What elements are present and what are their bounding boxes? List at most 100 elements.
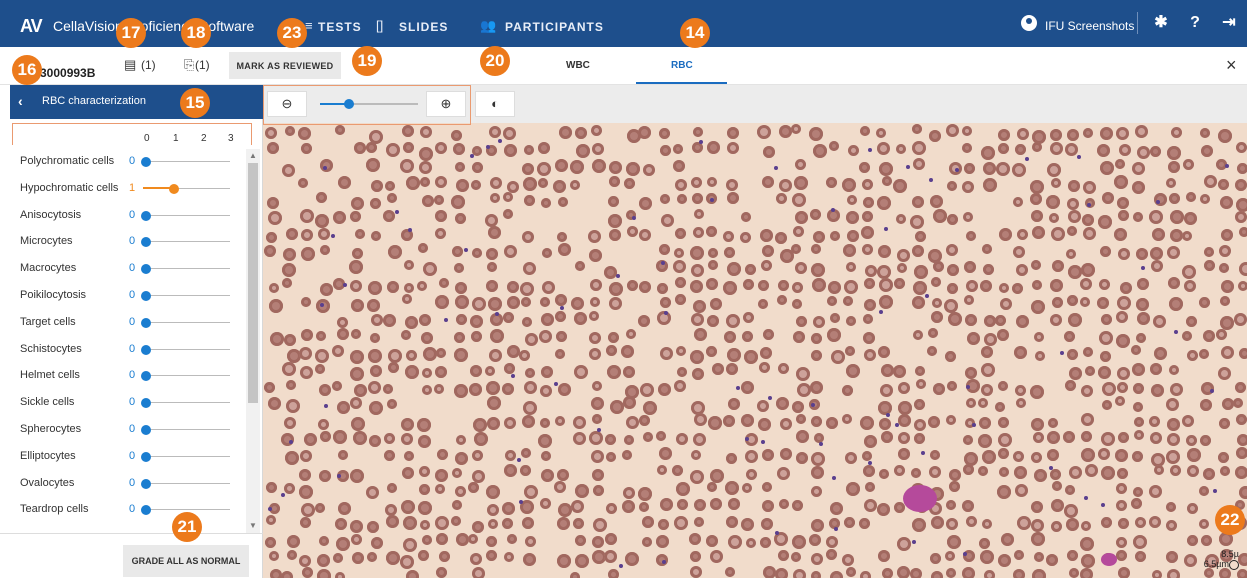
red-blood-cell (677, 498, 689, 510)
red-blood-cell (949, 469, 962, 482)
red-blood-cell (946, 499, 957, 510)
white-blood-cell[interactable] (903, 485, 937, 513)
grade-row[interactable]: Hypochromatic cells 1 (10, 176, 246, 203)
grade-slider-handle[interactable] (141, 344, 151, 355)
red-blood-cell (656, 282, 668, 294)
red-blood-cell (672, 143, 683, 154)
red-blood-cell (946, 414, 957, 425)
grade-slider-handle[interactable] (141, 478, 151, 489)
callout-badge: 23 (277, 18, 307, 48)
attachments-count[interactable]: (1) (195, 58, 210, 72)
zoom-slider-handle[interactable] (344, 99, 355, 109)
grade-slider-track[interactable] (143, 241, 230, 243)
red-blood-cell (605, 533, 618, 546)
grade-slider-handle[interactable] (141, 290, 151, 301)
grade-row[interactable]: Microcytes 0 (10, 229, 246, 256)
grade-row[interactable]: Polychromatic cells 0 (10, 149, 246, 176)
back-chevron-icon[interactable]: ‹ (18, 93, 23, 109)
grade-slider-track[interactable] (143, 348, 230, 350)
mark-as-reviewed-button[interactable]: MARK AS REVIEWED (229, 52, 341, 79)
help-icon[interactable]: ? (1184, 12, 1206, 34)
scroll-up-icon[interactable]: ▲ (249, 151, 257, 160)
red-blood-cell (895, 144, 906, 155)
grade-slider-handle[interactable] (141, 451, 151, 462)
grade-row[interactable]: Sickle cells 0 (10, 390, 246, 417)
close-icon[interactable]: × (1226, 55, 1237, 76)
logout-icon[interactable]: ⇥ (1218, 12, 1240, 34)
grade-slider-track[interactable] (143, 455, 230, 457)
user-name[interactable]: IFU Screenshots (1045, 19, 1134, 33)
grade-slider-handle[interactable] (141, 398, 151, 409)
grade-row[interactable]: Helmet cells 0 (10, 363, 246, 390)
nav-participants[interactable]: PARTICIPANTS (505, 20, 604, 34)
grade-slider-handle[interactable] (141, 424, 151, 435)
scroll-down-icon[interactable]: ▼ (249, 521, 257, 530)
grade-row[interactable]: Schistocytes 0 (10, 337, 246, 364)
grade-slider-handle[interactable] (141, 371, 151, 382)
red-blood-cell (742, 482, 753, 493)
attachment-icon[interactable]: ⎘ (184, 57, 194, 73)
red-blood-cell (878, 244, 892, 258)
grade-row[interactable]: Elliptocytes 0 (10, 444, 246, 471)
grade-slider-track[interactable] (143, 214, 230, 216)
red-blood-cell (1135, 247, 1148, 260)
red-blood-cell (521, 297, 532, 308)
zoom-in-icon[interactable]: ⊕ (426, 91, 466, 117)
red-blood-cell (672, 160, 685, 173)
red-blood-cell (691, 176, 703, 188)
grade-row[interactable]: Macrocytes 0 (10, 256, 246, 283)
nav-tests[interactable]: TESTS (318, 20, 362, 34)
grade-slider-track[interactable] (143, 161, 230, 162)
red-blood-cell (762, 499, 775, 512)
grade-slider-handle[interactable] (141, 505, 151, 516)
comment-icon[interactable]: ▤ (124, 57, 136, 73)
scroll-thumb[interactable] (248, 163, 258, 403)
grade-row[interactable]: Poikilocytosis 0 (10, 283, 246, 310)
grade-row[interactable]: Target cells 0 (10, 310, 246, 337)
grade-slider-handle[interactable] (141, 317, 151, 328)
red-blood-cell (1167, 246, 1181, 260)
grade-row[interactable]: Spherocytes 0 (10, 417, 246, 444)
comments-count[interactable]: (1) (141, 58, 156, 72)
grade-slider-track[interactable] (143, 402, 230, 404)
red-blood-cell (1135, 125, 1149, 138)
red-blood-cell (435, 366, 448, 379)
grade-slider-handle[interactable] (169, 183, 180, 194)
grade-slider-track[interactable] (143, 509, 230, 511)
red-blood-cell (1204, 175, 1218, 189)
red-blood-cell (914, 230, 926, 242)
slides-icon: [] (376, 18, 384, 33)
brightness-icon[interactable]: ◐ (475, 91, 515, 117)
grade-slider-handle[interactable] (141, 264, 151, 275)
grade-all-as-normal-button[interactable]: GRADE ALL AS NORMAL (123, 545, 249, 577)
grade-slider-track[interactable] (143, 482, 230, 484)
zoom-out-icon[interactable]: ⊖ (267, 91, 307, 117)
grade-row[interactable]: Teardrop cells 0 (10, 497, 246, 524)
gear-icon[interactable]: ✱ (1150, 12, 1172, 34)
red-blood-cell (706, 141, 720, 154)
grade-row[interactable]: Ovalocytes 0 (10, 471, 246, 498)
red-blood-cell (349, 469, 364, 484)
grade-slider-handle[interactable] (141, 237, 151, 248)
white-blood-cell[interactable] (1101, 553, 1117, 566)
red-blood-cell (828, 141, 839, 152)
grade-slider-track[interactable] (143, 294, 230, 296)
grade-slider-track[interactable] (143, 321, 230, 323)
red-blood-cell (1031, 501, 1044, 514)
red-blood-cell (706, 226, 718, 238)
tab-wbc[interactable]: WBC (566, 60, 590, 71)
grade-slider-track[interactable] (143, 428, 230, 430)
nav-slides[interactable]: SLIDES (399, 20, 448, 34)
slide-image-viewer[interactable]: 8.5µ 6.5µm (263, 85, 1247, 578)
red-blood-cell (1064, 503, 1079, 518)
grade-slider-track[interactable] (143, 268, 230, 270)
red-blood-cell (779, 448, 792, 461)
red-blood-cell (351, 417, 366, 432)
tab-rbc[interactable]: RBC (671, 60, 693, 71)
red-blood-cell (281, 571, 294, 578)
grade-slider-handle[interactable] (141, 157, 151, 167)
grade-slider-track[interactable] (143, 375, 230, 377)
grade-slider-handle[interactable] (141, 210, 151, 221)
panel-scrollbar[interactable]: ▲ ▼ (246, 149, 260, 533)
grade-row[interactable]: Anisocytosis 0 (10, 203, 246, 230)
